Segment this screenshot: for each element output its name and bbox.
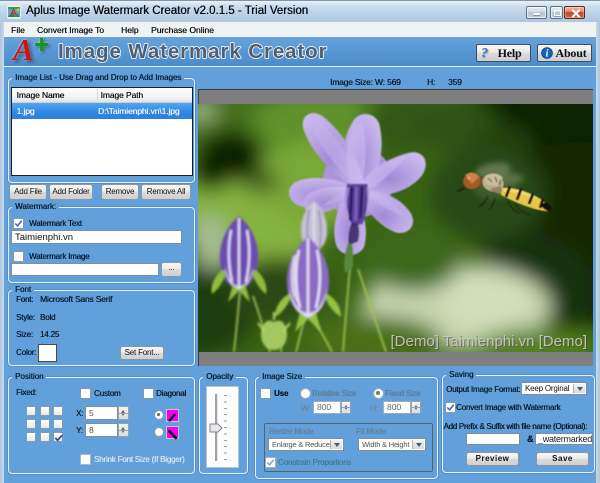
svg-text:i: i xyxy=(546,49,549,59)
svg-text:Image Watermark Creator: Image Watermark Creator xyxy=(58,40,327,63)
svg-text:[Demo] Taimienphi.vn [Demo]: [Demo] Taimienphi.vn [Demo] xyxy=(391,333,587,350)
